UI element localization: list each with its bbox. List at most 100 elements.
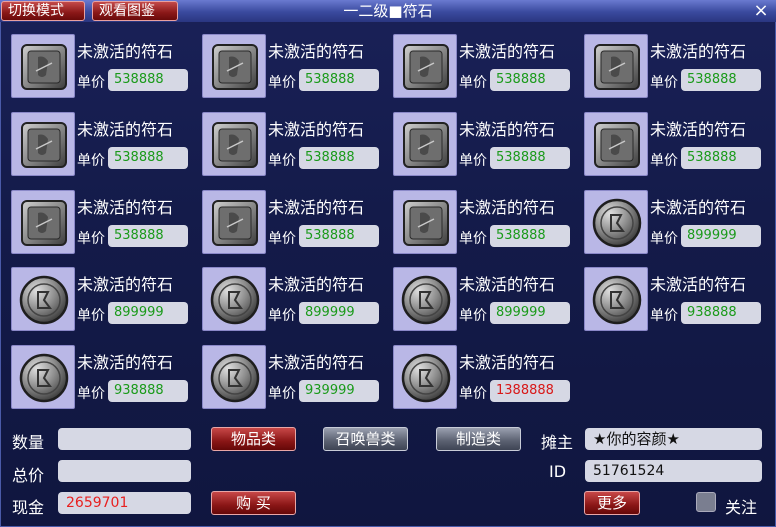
quantity-input[interactable] [58,428,191,450]
stall-item[interactable]: 未激活的符石 单价 938888 [11,345,197,413]
unit-price-value: 938888 [681,302,761,324]
close-icon[interactable]: × [750,0,772,22]
item-name: 未激活的符石 [459,42,556,61]
stall-item[interactable]: 未激活的符石 单价 538888 [11,190,197,258]
unit-price-label: 单价 [459,231,487,247]
stall-item[interactable]: 未激活的符石 单价 538888 [393,34,579,102]
tab-summon-beasts[interactable]: 召唤兽类 [323,427,408,451]
item-name: 未激活的符石 [268,353,365,372]
stall-window: 一二级■符石 切换模式 观看图鉴 × 未激活的符石 单价 538888 未激活的符石单… [0,0,776,527]
round-rune-stone-icon [19,353,69,403]
stall-item[interactable]: 未激活的符石 单价 899999 [584,190,770,258]
round-rune-stone-slot[interactable] [393,267,457,331]
stall-item[interactable]: 未激活的符石 单价 538888 [11,112,197,180]
unit-price-value: 939999 [299,380,379,402]
stall-item[interactable]: 未激活的符石 单价 1388888 [393,345,579,413]
total-price-field [58,460,191,482]
item-name: 未激活的符石 [650,42,747,61]
round-rune-stone-slot[interactable] [11,345,75,409]
square-rune-stone-slot[interactable] [202,190,266,254]
stall-item[interactable]: 未激活的符石 单价 538888 [393,112,579,180]
unit-price-value: 938888 [108,380,188,402]
stall-item[interactable]: 未激活的符石 单价 538888 [584,112,770,180]
stall-item[interactable]: 未激活的符石 单价 899999 [11,267,197,335]
item-name: 未激活的符石 [268,120,365,139]
stall-item[interactable]: 未激活的符石 单价 939999 [202,345,388,413]
square-rune-stone-slot[interactable] [202,34,266,98]
square-rune-stone-slot[interactable] [393,112,457,176]
id-field: 51761524 [585,460,762,482]
unit-price-value: 538888 [490,147,570,169]
item-name: 未激活的符石 [268,198,365,217]
stall-item[interactable]: 未激活的符石 单价 538888 [11,34,197,102]
round-rune-stone-slot[interactable] [11,267,75,331]
follow-checkbox[interactable] [696,492,716,512]
unit-price-label: 单价 [459,153,487,169]
tab-crafting[interactable]: 制造类 [436,427,521,451]
unit-price-label: 单价 [268,386,296,402]
square-rune-stone-slot[interactable] [393,34,457,98]
square-rune-stone-slot[interactable] [11,190,75,254]
stall-item[interactable]: 未激活的符石 单价 538888 [584,34,770,102]
cash-field: 2659701 [58,492,191,514]
square-rune-stone-slot[interactable] [202,112,266,176]
unit-price-label: 单价 [459,386,487,402]
square-rune-stone-icon [594,44,640,90]
stall-item[interactable]: 未激活的符石 单价 538888 [202,34,388,102]
stall-owner-field: ★你的容颜★ [585,428,762,450]
stall-item[interactable]: 未激活的符石 单价 899999 [393,267,579,335]
item-name: 未激活的符石 [650,275,747,294]
round-rune-stone-slot[interactable] [584,190,648,254]
view-catalog-button[interactable]: 观看图鉴 [92,1,178,21]
item-name: 未激活的符石 [77,275,174,294]
square-rune-stone-icon [21,200,67,246]
total-price-label: 总价 [12,466,45,485]
square-rune-stone-slot[interactable] [11,112,75,176]
round-rune-stone-icon [592,198,642,248]
round-rune-stone-icon [210,353,260,403]
square-rune-stone-icon [403,122,449,168]
item-name: 未激活的符石 [268,42,365,61]
stall-item[interactable]: 未激活的符石 单价 899999 [202,267,388,335]
round-rune-stone-slot[interactable] [202,267,266,331]
item-name: 未激活的符石 [77,42,174,61]
square-rune-stone-icon [403,200,449,246]
buy-button[interactable]: 购 买 [211,491,296,515]
round-rune-stone-slot[interactable] [202,345,266,409]
unit-price-label: 单价 [77,75,105,91]
square-rune-stone-icon [212,122,258,168]
unit-price-label: 单价 [650,231,678,247]
round-rune-stone-slot[interactable] [393,345,457,409]
unit-price-value: 538888 [108,225,188,247]
unit-price-label: 单价 [77,153,105,169]
item-name: 未激活的符石 [77,353,174,372]
square-rune-stone-icon [403,44,449,90]
unit-price-label: 单价 [77,231,105,247]
square-rune-stone-slot[interactable] [584,112,648,176]
square-rune-stone-icon [21,122,67,168]
unit-price-value: 538888 [108,147,188,169]
unit-price-value: 538888 [108,69,188,91]
unit-price-label: 单价 [650,75,678,91]
square-rune-stone-slot[interactable] [584,34,648,98]
unit-price-value: 538888 [490,225,570,247]
unit-price-value: 538888 [299,225,379,247]
item-name: 未激活的符石 [650,198,747,217]
stall-item[interactable]: 未激活的符石 单价 538888 [202,112,388,180]
switch-mode-button[interactable]: 切换模式 [1,1,85,21]
unit-price-label: 单价 [268,75,296,91]
title-bar: 一二级■符石 切换模式 观看图鉴 × [0,0,776,22]
unit-price-label: 单价 [650,153,678,169]
unit-price-label: 单价 [459,75,487,91]
item-name: 未激活的符石 [459,353,556,372]
square-rune-stone-slot[interactable] [393,190,457,254]
square-rune-stone-slot[interactable] [11,34,75,98]
stall-item[interactable]: 未激活的符石 单价 538888 [393,190,579,258]
item-name: 未激活的符石 [459,120,556,139]
item-name: 未激活的符石 [77,120,174,139]
round-rune-stone-slot[interactable] [584,267,648,331]
stall-item[interactable]: 未激活的符石 单价 938888 [584,267,770,335]
more-button[interactable]: 更多 [584,491,640,515]
tab-items[interactable]: 物品类 [211,427,296,451]
stall-item[interactable]: 未激活的符石 单价 538888 [202,190,388,258]
